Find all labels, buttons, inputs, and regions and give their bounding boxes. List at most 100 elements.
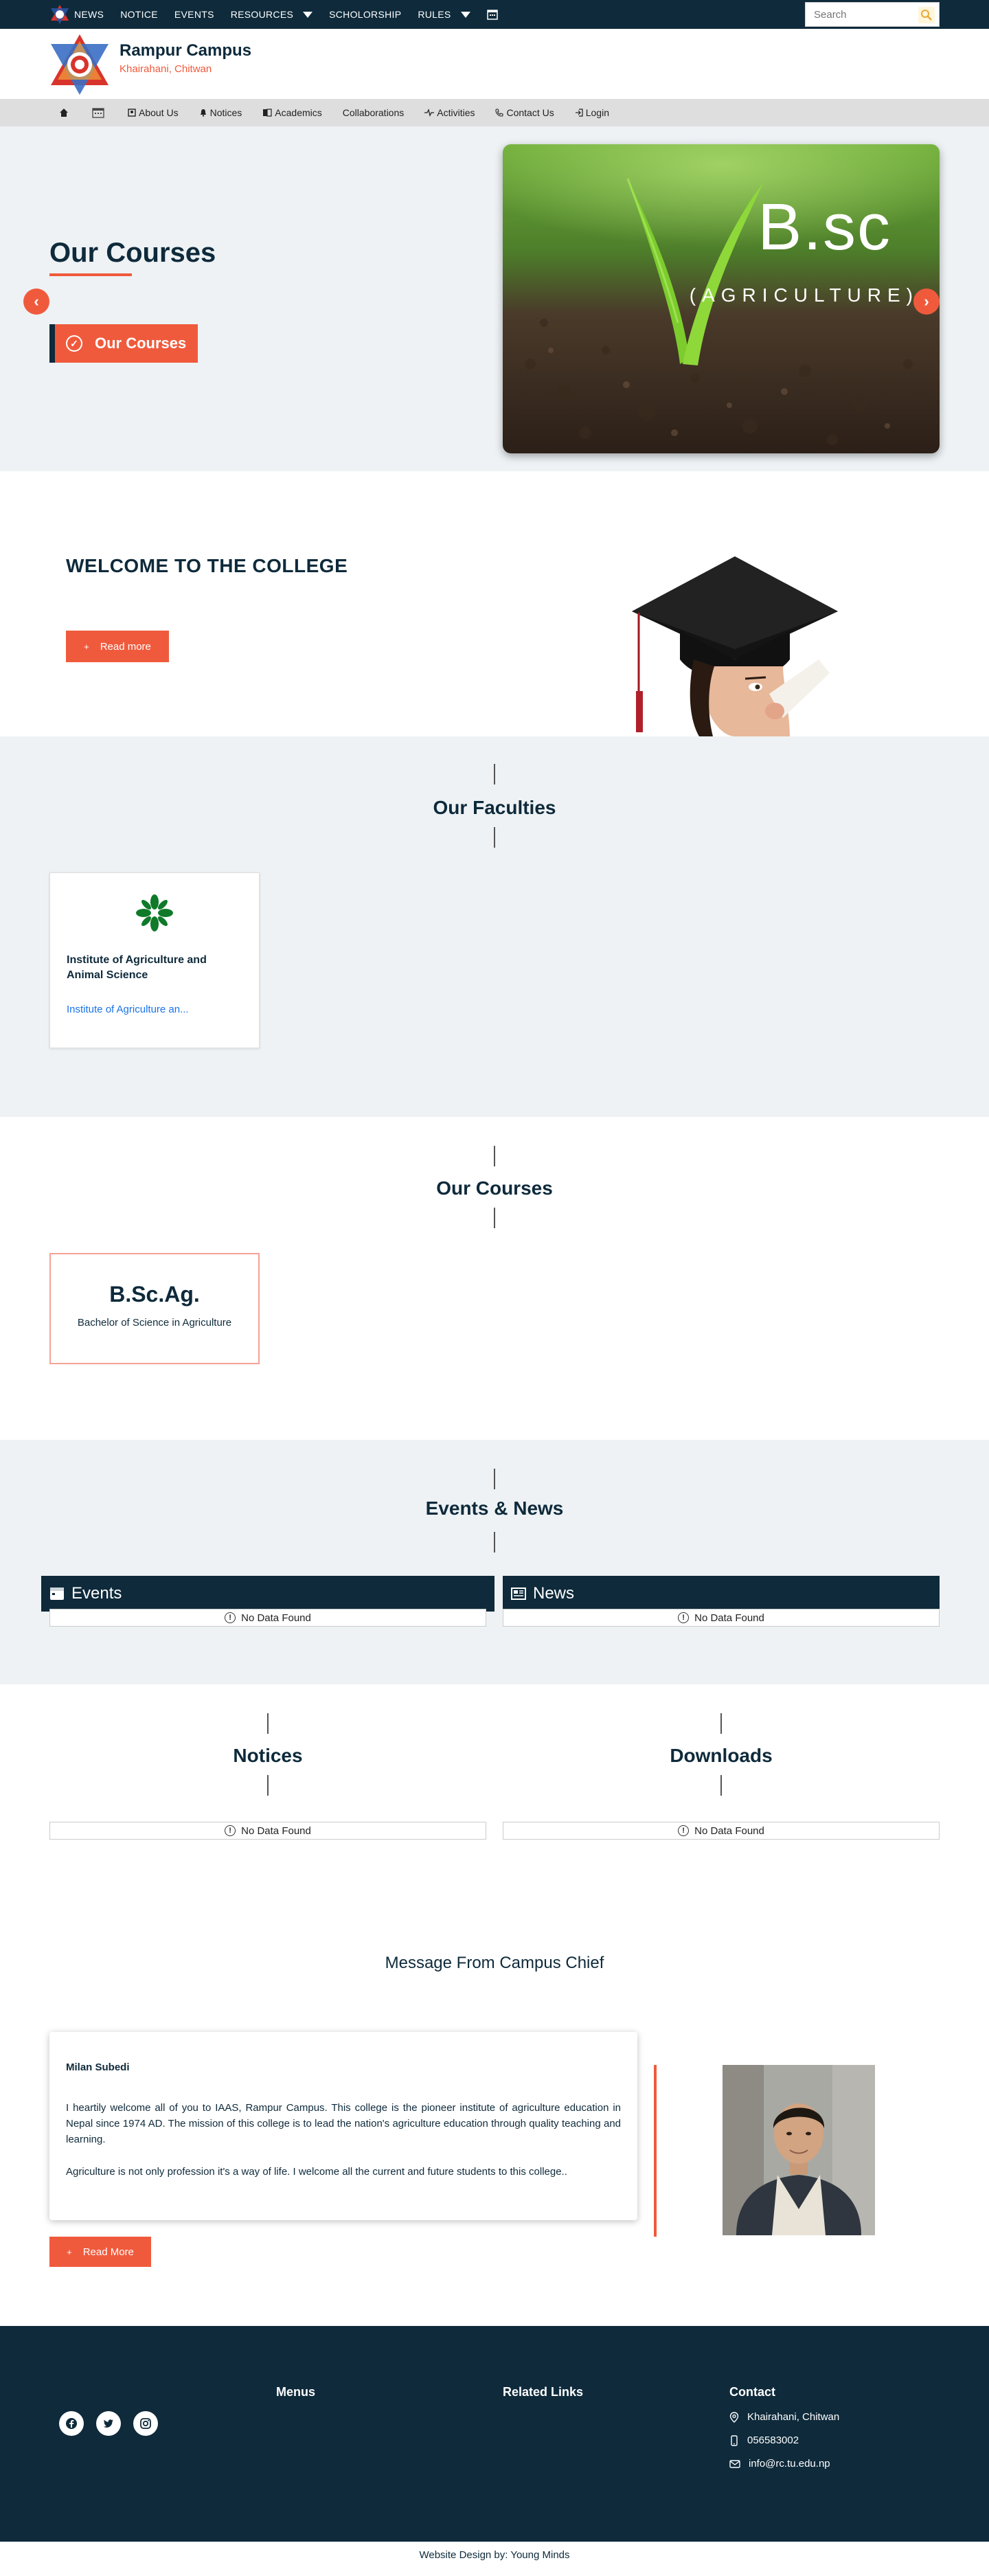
welcome-read-more-label: Read more (100, 640, 151, 653)
info-icon: ! (225, 1825, 236, 1836)
nav-login-label: Login (585, 107, 609, 118)
campus-location: Khairahani, Chitwan (120, 63, 212, 75)
top-bar: NEWS NOTICE EVENTS RESOURCES SCHOLORSHIP… (0, 0, 989, 29)
slider-prev-button[interactable]: ‹ (23, 289, 49, 315)
divider (720, 1713, 722, 1734)
empty-label: No Data Found (694, 1824, 764, 1837)
info-icon: ! (678, 1825, 690, 1836)
nav-login[interactable]: Login (575, 107, 609, 118)
hero-slide-image: B.sc (AGRICULTURE) (503, 144, 940, 453)
calendar-icon[interactable] (486, 9, 498, 20)
location-icon (729, 2411, 739, 2423)
faculty-name: Institute of Agriculture and Animal Scie… (67, 954, 207, 981)
campus-logo[interactable] (49, 32, 110, 96)
divider (494, 764, 495, 784)
twitter-icon[interactable] (96, 2411, 121, 2436)
calendar-icon (50, 1588, 64, 1600)
top-nav-scholarship[interactable]: SCHOLORSHIP (329, 9, 401, 20)
nav-about-us-label: About Us (139, 107, 179, 118)
nav-academics-label: Academics (275, 107, 322, 118)
chief-photo (723, 2065, 875, 2235)
news-empty-state: ! No Data Found (503, 1609, 940, 1627)
downloads-empty-state: ! No Data Found (503, 1822, 940, 1840)
footer-address: Khairahani, Chitwan (729, 2411, 839, 2423)
welcome-read-more-button[interactable]: + Read more (66, 631, 169, 662)
hero-slider: Our Courses ✓ Our Courses B.sc (AGRICULT… (0, 126, 989, 471)
site-header: Rampur Campus Khairahani, Chitwan (0, 29, 989, 99)
slider-next-button[interactable]: › (913, 289, 940, 315)
nav-contact-us-label: Contact Us (506, 107, 554, 118)
divider (267, 1713, 269, 1734)
info-icon: ! (225, 1612, 236, 1623)
nav-collaborations[interactable]: Collaborations (343, 107, 405, 118)
home-icon[interactable] (59, 108, 71, 117)
mobile-icon (731, 2434, 738, 2446)
calendar-icon[interactable] (92, 107, 107, 118)
top-nav-resources-label: RESOURCES (230, 9, 294, 20)
divider (267, 1775, 269, 1796)
course-code: B.Sc.Ag. (109, 1282, 200, 1307)
check-circle-icon: ✓ (66, 335, 82, 352)
site-footer: Menus Related Links Contact Khairahani, … (0, 2326, 989, 2542)
events-header-label: Events (71, 1584, 122, 1603)
activity-icon (424, 109, 435, 117)
facebook-icon[interactable] (59, 2411, 84, 2436)
top-nav-news[interactable]: NEWS (74, 9, 104, 20)
course-name: Bachelor of Science in Agriculture (77, 1317, 232, 1329)
nav-about-us[interactable]: About Us (128, 107, 179, 118)
top-nav-resources[interactable]: RESOURCES (230, 9, 313, 20)
faculty-card[interactable]: Institute of Agriculture and Animal Scie… (49, 872, 260, 1048)
slide-subheading: (AGRICULTURE) (689, 284, 919, 306)
events-news-title: Events & News (425, 1498, 564, 1519)
nav-activities[interactable]: Activities (424, 107, 475, 118)
search-icon[interactable] (918, 7, 935, 23)
courses-title: Our Courses (436, 1177, 553, 1199)
our-courses-button-label: Our Courses (95, 335, 187, 352)
campus-emblem-small[interactable] (49, 4, 70, 25)
message-paragraph: I heartily welcome all of you to IAAS, R… (66, 2102, 621, 2145)
nav-notices[interactable]: Notices (199, 107, 242, 118)
events-empty-state: ! No Data Found (49, 1609, 486, 1627)
bell-icon (200, 109, 206, 117)
message-card: Milan Subedi I heartily welcome all of y… (49, 2032, 637, 2220)
empty-label: No Data Found (694, 1612, 764, 1624)
search-box (805, 2, 940, 27)
chief-name: Milan Subedi (66, 2061, 130, 2073)
slide-heading: B.sc (758, 190, 891, 264)
instagram-icon[interactable] (133, 2411, 158, 2436)
nav-contact-us[interactable]: Contact Us (495, 107, 554, 118)
notices-empty-state: ! No Data Found (49, 1822, 486, 1840)
message-read-more-button[interactable]: + Read More (49, 2237, 151, 2267)
book-icon (263, 109, 272, 117)
footer-phone[interactable]: 056583002 (729, 2434, 799, 2446)
course-card[interactable]: B.Sc.Ag. Bachelor of Science in Agricult… (49, 1253, 260, 1364)
top-nav-rules[interactable]: RULES (418, 9, 470, 20)
events-header: Events (41, 1576, 494, 1612)
campus-title[interactable]: Rampur Campus (120, 41, 251, 60)
hero-title: Our Courses (49, 238, 216, 268)
welcome-section: WELCOME TO THE COLLEGE + Read more (0, 471, 989, 736)
notices-title: Notices (233, 1745, 303, 1766)
chevron-down-icon (460, 11, 470, 18)
login-icon (575, 109, 583, 117)
footer-email[interactable]: info@rc.tu.edu.np (729, 2458, 830, 2470)
empty-label: No Data Found (241, 1824, 311, 1837)
plus-icon: + (67, 2246, 72, 2257)
top-nav-events[interactable]: EVENTS (174, 9, 214, 20)
faculty-link[interactable]: Institute of Agriculture an... (67, 1004, 189, 1015)
user-card-icon (128, 109, 136, 117)
search-input[interactable] (806, 3, 909, 26)
downloads-title: Downloads (670, 1745, 773, 1766)
top-nav-notice[interactable]: NOTICE (120, 9, 158, 20)
phone-text: 056583002 (747, 2434, 799, 2446)
address-text: Khairahani, Chitwan (747, 2411, 840, 2423)
notices-downloads-section: Notices Downloads ! No Data Found ! No D… (0, 1684, 989, 1899)
divider (494, 1469, 495, 1489)
divider (494, 827, 495, 848)
divider (494, 1146, 495, 1166)
site-credit[interactable]: Website Design by: Young Minds (0, 2542, 989, 2576)
our-courses-button[interactable]: ✓ Our Courses (49, 324, 198, 363)
nav-academics[interactable]: Academics (262, 107, 322, 118)
nav-activities-label: Activities (437, 107, 475, 118)
hero-underline (49, 273, 132, 276)
